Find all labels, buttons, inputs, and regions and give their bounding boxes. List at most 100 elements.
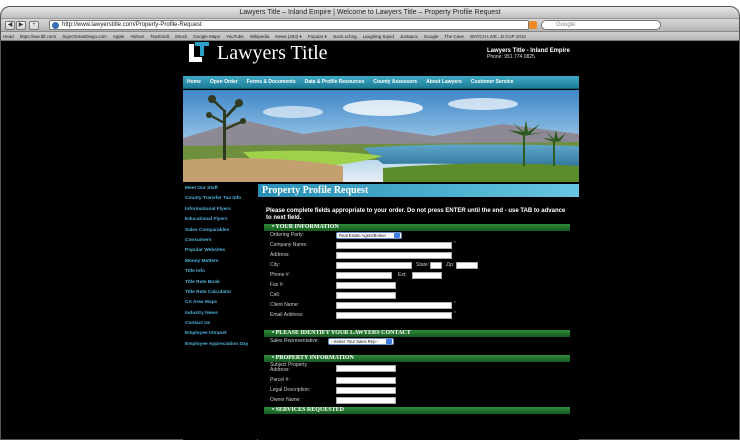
bookmark-item[interactable]: Justapox — [400, 34, 418, 39]
parcel-row: Parcel #: — [266, 376, 579, 386]
back-button[interactable]: ◀ — [5, 21, 15, 30]
url-text: http://www.lawyerstitle.com/Property-Pro… — [62, 22, 202, 28]
sidebar-item-industry-news[interactable]: Industry News — [183, 309, 257, 319]
bookmark-item[interactable]: iStock — [175, 34, 187, 39]
sidebar-nav: Meet Our Staff County Transfer Tax Info In… — [183, 184, 257, 440]
sidebar-item-popular-websites[interactable]: Popular Websites — [183, 246, 257, 256]
sidebar-item-meet-our-staff[interactable]: Meet Our Staff — [183, 184, 257, 194]
nav-item-about-lawyers[interactable]: About Lawyers — [426, 79, 462, 85]
company-name-input[interactable] — [336, 242, 452, 249]
bookmark-item[interactable]: Apple — [113, 34, 125, 39]
ordering-party-label: Ordering Party: — [270, 232, 304, 238]
bookmark-item[interactable]: Wikipedia — [250, 34, 270, 39]
sales-rep-select[interactable]: --Select Your Sales Rep-- — [328, 338, 394, 345]
search-placeholder: Google — [556, 22, 576, 28]
company-row: Company Name: * — [266, 241, 579, 251]
client-name-input[interactable] — [336, 302, 452, 309]
rss-icon[interactable] — [529, 21, 537, 29]
nav-item-open-order[interactable]: Open Order — [210, 79, 238, 85]
nav-item-home[interactable]: Home — [187, 79, 201, 85]
sidebar-item-informational-flyers[interactable]: Informational Flyers — [183, 205, 257, 215]
sidebar-item-employee-appreciation-day[interactable]: Employee Appreciation Day — [183, 340, 257, 350]
subject-address-input[interactable] — [336, 365, 396, 372]
bookmark-item[interactable]: Laughing Squid — [363, 34, 394, 39]
zip-label: Zip: — [446, 262, 455, 268]
bookmark-item[interactable]: stock.xchng — [333, 34, 357, 39]
ext-input[interactable] — [412, 272, 442, 279]
state-input[interactable] — [430, 262, 442, 269]
sidebar-item-title-rate-book[interactable]: Title Rate Book — [183, 278, 257, 288]
required-mark: * — [454, 301, 456, 307]
bookmark-item[interactable]: Popular ▾ — [308, 34, 327, 39]
fax-row: Fax #: — [266, 281, 579, 291]
bookmark-item[interactable]: SignOnSanDiego.com — [62, 34, 107, 39]
parcel-input[interactable] — [336, 377, 396, 384]
ordering-party-row: Ordering Party: Real Estate Agent/Broker — [266, 231, 579, 241]
sidebar-item-title-info[interactable]: Title Info — [183, 267, 257, 277]
city-input[interactable] — [336, 262, 412, 269]
required-mark: * — [454, 311, 456, 317]
sidebar-item-employee-intranet[interactable]: Employee Intranet — [183, 329, 257, 339]
section-your-information: • YOUR INFORMATION — [264, 224, 570, 231]
nav-item-data-profile-resources[interactable]: Data & Profile Resources — [305, 79, 365, 85]
email-row: Email Address: * — [266, 311, 579, 321]
ordering-party-select[interactable]: Real Estate Agent/Broker — [336, 232, 402, 239]
section-property-information: • PROPERTY INFORMATION — [264, 355, 570, 362]
ordering-party-value: Real Estate Agent/Broker — [339, 233, 387, 238]
phone-input[interactable] — [336, 272, 392, 279]
cell-row: Cell: — [266, 291, 579, 301]
address-input[interactable] — [336, 252, 452, 259]
city-label: City: — [270, 262, 280, 268]
legal-label: Legal Description: — [270, 387, 311, 393]
company-label: Company Name: — [270, 242, 308, 248]
cell-input[interactable] — [336, 292, 396, 299]
sidebar-item-contact-us[interactable]: Contact Us — [183, 319, 257, 329]
bookmark-item[interactable]: TeaSmidt — [150, 34, 169, 39]
nav-item-customer-service[interactable]: Customer Service — [471, 79, 514, 85]
select-arrow-icon — [386, 339, 392, 344]
bookmark-item[interactable]: Yahoo! — [130, 34, 144, 39]
sidebar-item-county-transfer-tax-info[interactable]: County Transfer Tax Info — [183, 194, 257, 204]
sales-rep-value: --Select Your Sales Rep-- — [331, 339, 379, 344]
sidebar-item-title-rate-calculator[interactable]: Title Rate Calculator — [183, 288, 257, 298]
phone-row: Phone #: Ext: — [266, 271, 579, 281]
bookmark-item[interactable]: YouTube — [226, 34, 244, 39]
address-bar[interactable]: http://www.lawyerstitle.com/Property-Pro… — [49, 20, 529, 30]
fax-input[interactable] — [336, 282, 396, 289]
legal-row: Legal Description: — [266, 386, 579, 396]
bookmark-item[interactable]: WATCH LIVE...D CUP 2010 — [470, 34, 526, 39]
sidebar-item-consumers[interactable]: Consumers — [183, 236, 257, 246]
window-title: Lawyers Title – Inland Empire | Welcome … — [1, 7, 739, 19]
brand-name: Lawyers Title — [217, 42, 328, 64]
fax-label: Fax #: — [270, 282, 284, 288]
bookmark-item[interactable]: https://ww.lttl.com/ — [20, 34, 57, 39]
bookmark-item[interactable]: The Cave — [444, 34, 464, 39]
bookmark-item[interactable]: Google — [424, 34, 439, 39]
bookmark-item[interactable]: Head — [3, 34, 14, 39]
address-label: Address: — [270, 252, 290, 258]
search-input[interactable]: Google — [541, 20, 661, 30]
sidebar-item-money-matters[interactable]: Money Matters — [183, 257, 257, 267]
sidebar-item-sales-comparables[interactable]: Sales Comparables — [183, 226, 257, 236]
nav-item-county-assessors[interactable]: County Assessors — [373, 79, 417, 85]
owner-row: Owner Name: — [266, 396, 579, 406]
phone-label: Phone #: — [270, 272, 291, 278]
email-input[interactable] — [336, 312, 452, 319]
sidebar-item-educational-flyers[interactable]: Educational Flyers — [183, 215, 257, 225]
sidebar-item-ca-area-maps[interactable]: CA Area Maps — [183, 298, 257, 308]
forward-button[interactable]: ▶ — [16, 21, 26, 30]
site-logo[interactable]: Lawyers Title — [183, 40, 383, 70]
desert-golf-landscape-image — [183, 90, 579, 182]
legal-description-input[interactable] — [336, 387, 396, 394]
client-label: Client Name: — [270, 302, 299, 308]
browser-toolbar: ◀ ▶ + http://www.lawyerstitle.com/Proper… — [1, 19, 739, 32]
bookmark-item[interactable]: Google Maps — [193, 34, 220, 39]
form-instructions: Please complete fields appropriate to yo… — [266, 208, 566, 221]
zip-input[interactable] — [456, 262, 478, 269]
city-row: City: State: Zip: — [266, 261, 579, 271]
add-bookmark-button[interactable]: + — [29, 21, 39, 30]
bookmark-item[interactable]: News (263) ▾ — [275, 34, 302, 39]
site-favicon-icon — [52, 22, 59, 29]
nav-item-forms-documents[interactable]: Forms & Documents — [247, 79, 296, 85]
owner-name-input[interactable] — [336, 397, 396, 404]
